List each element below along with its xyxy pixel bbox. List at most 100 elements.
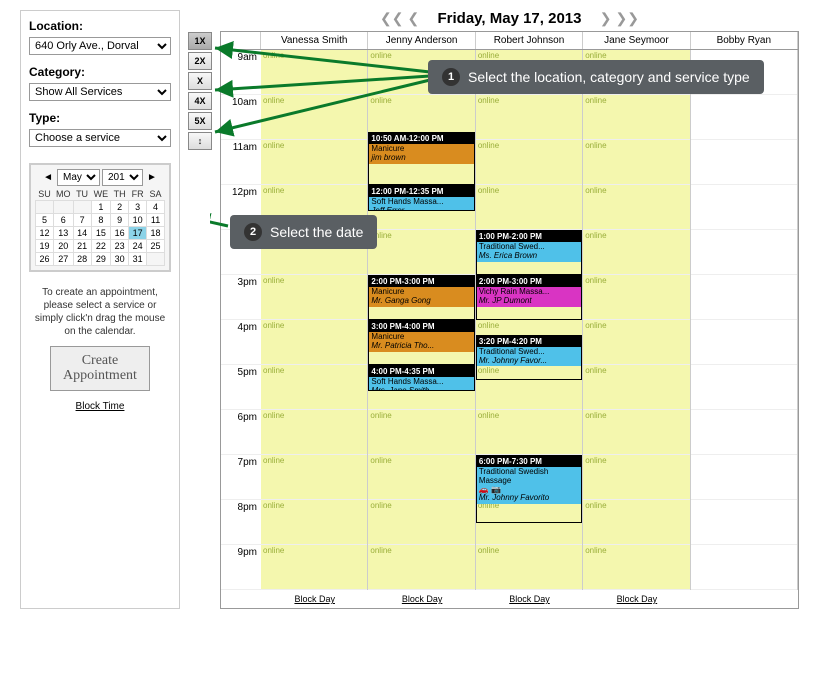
calendar-cell[interactable]: online xyxy=(583,545,689,590)
minical-day[interactable]: 2 xyxy=(111,201,129,214)
minical-day[interactable]: 12 xyxy=(36,227,54,240)
minical-day[interactable]: 10 xyxy=(129,214,147,227)
calendar-cell[interactable]: online xyxy=(583,275,689,320)
minical-month-select[interactable]: May xyxy=(57,169,100,186)
calendar-cell[interactable]: online xyxy=(368,230,474,275)
block-day-link[interactable]: Block Day xyxy=(261,590,368,608)
appointment[interactable]: 2:00 PM-3:00 PMManicureMr. Ganga Gong xyxy=(368,275,474,320)
nav-next-icon[interactable]: ❯ xyxy=(600,10,612,27)
calendar-cell[interactable]: online xyxy=(476,185,582,230)
calendar-cell[interactable]: online xyxy=(261,500,367,545)
calendar-cell[interactable]: online xyxy=(476,545,582,590)
minical-day[interactable]: 5 xyxy=(36,214,54,227)
appointment[interactable]: 10:50 AM-12:00 PMManicurejim brown xyxy=(368,132,474,185)
staff-column[interactable]: onlineonlineonlineonlineonlineonlineonli… xyxy=(261,50,368,590)
zoom-2x-button[interactable]: 2X xyxy=(188,52,212,70)
calendar-cell[interactable]: online xyxy=(583,185,689,230)
calendar-cell[interactable] xyxy=(691,140,797,185)
minical-day[interactable]: 15 xyxy=(91,227,111,240)
zoom-4x-button[interactable]: 4X xyxy=(188,92,212,110)
block-day-link[interactable]: Block Day xyxy=(368,590,475,608)
appointment[interactable]: 3:00 PM-4:00 PMManicureMr. Patricia Tho.… xyxy=(368,320,474,365)
appointment[interactable]: 2:00 PM-3:00 PMVichy Rain Massa...Mr. JP… xyxy=(476,275,582,320)
calendar-cell[interactable]: online xyxy=(261,275,367,320)
category-select[interactable]: Show All Services xyxy=(29,83,171,101)
zoom-5x-button[interactable]: 5X xyxy=(188,112,212,130)
minical-day[interactable]: 8 xyxy=(91,214,111,227)
create-appointment-button[interactable]: CreateAppointment xyxy=(50,346,150,391)
zoom-1x-button[interactable]: 1X xyxy=(188,32,212,50)
minical-day[interactable]: 9 xyxy=(111,214,129,227)
calendar-cell[interactable] xyxy=(691,455,797,500)
minical-day[interactable]: 29 xyxy=(91,253,111,266)
minical-year-select[interactable]: 201 xyxy=(102,169,143,186)
calendar-cell[interactable]: online xyxy=(368,545,474,590)
location-select[interactable]: 640 Orly Ave., Dorval xyxy=(29,37,171,55)
minical-day[interactable]: 3 xyxy=(129,201,147,214)
staff-column[interactable]: onlineonlineonlineonlineonlineonlineonli… xyxy=(476,50,583,590)
calendar-cell[interactable]: online xyxy=(476,410,582,455)
minical-day[interactable]: 26 xyxy=(36,253,54,266)
minical-day[interactable]: 17 xyxy=(129,227,147,240)
calendar-cell[interactable] xyxy=(691,185,797,230)
calendar-cell[interactable] xyxy=(691,500,797,545)
minical-day[interactable]: 21 xyxy=(73,240,91,253)
calendar-cell[interactable]: online xyxy=(261,95,367,140)
calendar-cell[interactable]: online xyxy=(583,95,689,140)
nav-first-icon[interactable]: ❮❮ xyxy=(380,10,403,27)
zoom-x-button[interactable]: X xyxy=(188,72,212,90)
minical-day[interactable]: 16 xyxy=(111,227,129,240)
staff-column[interactable]: onlineonlineonlineonlineonlineonlineonli… xyxy=(583,50,690,590)
calendar-cell[interactable]: online xyxy=(261,365,367,410)
block-day-link[interactable]: Block Day xyxy=(583,590,690,608)
nav-last-icon[interactable]: ❯❯ xyxy=(616,10,639,27)
minical-day[interactable]: 19 xyxy=(36,240,54,253)
staff-column[interactable]: onlineonlineonlineonlineonlineonlineonli… xyxy=(368,50,475,590)
minical-day[interactable]: 14 xyxy=(73,227,91,240)
minical-day[interactable]: 30 xyxy=(111,253,129,266)
block-day-link[interactable] xyxy=(691,590,798,608)
calendar-cell[interactable]: online xyxy=(583,455,689,500)
minical-day[interactable]: 24 xyxy=(129,240,147,253)
calendar-cell[interactable]: online xyxy=(368,455,474,500)
calendar-cell[interactable]: online xyxy=(368,500,474,545)
calendar-cell[interactable] xyxy=(691,230,797,275)
calendar-cell[interactable]: online xyxy=(583,320,689,365)
minical-day[interactable]: 11 xyxy=(147,214,165,227)
calendar-cell[interactable]: online xyxy=(583,500,689,545)
minical-day[interactable]: 22 xyxy=(91,240,111,253)
calendar-cell[interactable]: online xyxy=(583,230,689,275)
calendar-cell[interactable]: online xyxy=(261,320,367,365)
calendar-cell[interactable] xyxy=(691,275,797,320)
minical-next-icon[interactable]: ► xyxy=(145,172,159,183)
appointment[interactable]: 12:00 PM-12:35 PMSoft Hands Massa...Jeff… xyxy=(368,185,474,211)
minical-prev-icon[interactable]: ◄ xyxy=(41,172,55,183)
calendar-cell[interactable]: online xyxy=(261,50,367,95)
appointment[interactable]: 6:00 PM-7:30 PMTraditional Swedish Massa… xyxy=(476,455,582,523)
calendar-cell[interactable]: online xyxy=(261,455,367,500)
calendar-cell[interactable]: online xyxy=(261,545,367,590)
calendar-cell[interactable]: online xyxy=(261,410,367,455)
type-select[interactable]: Choose a service xyxy=(29,129,171,147)
minical-day[interactable]: 6 xyxy=(53,214,73,227)
minical-day[interactable]: 18 xyxy=(147,227,165,240)
calendar-cell[interactable]: online xyxy=(583,140,689,185)
block-day-link[interactable]: Block Day xyxy=(476,590,583,608)
minical-day[interactable]: 1 xyxy=(91,201,111,214)
calendar-cell[interactable] xyxy=(691,410,797,455)
calendar-cell[interactable]: online xyxy=(583,365,689,410)
calendar-cell[interactable]: online xyxy=(476,95,582,140)
calendar-cell[interactable]: online xyxy=(368,410,474,455)
calendar-cell[interactable] xyxy=(691,320,797,365)
minical-day[interactable]: 31 xyxy=(129,253,147,266)
minical-day[interactable]: 27 xyxy=(53,253,73,266)
minical-day[interactable]: 28 xyxy=(73,253,91,266)
calendar-cell[interactable] xyxy=(691,365,797,410)
minical-day[interactable]: 20 xyxy=(53,240,73,253)
calendar-cell[interactable]: online xyxy=(583,410,689,455)
minical-day[interactable]: 7 xyxy=(73,214,91,227)
nav-prev-icon[interactable]: ❮ xyxy=(407,10,419,27)
calendar-cell[interactable] xyxy=(691,545,797,590)
calendar-cell[interactable]: online xyxy=(476,140,582,185)
calendar-cell[interactable]: online xyxy=(261,140,367,185)
